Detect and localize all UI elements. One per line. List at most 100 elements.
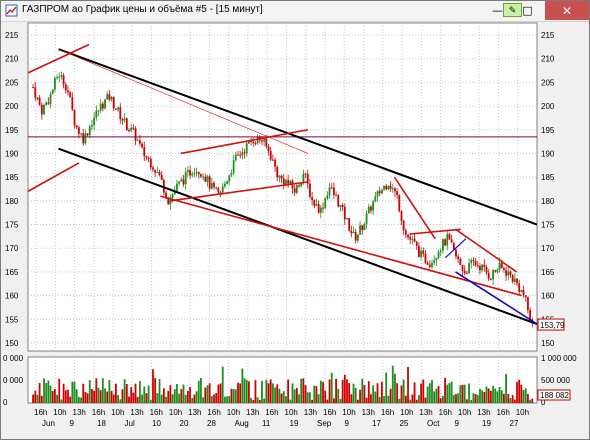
time-tick-label: 13h: [362, 408, 375, 417]
candle-body: [64, 84, 67, 91]
volume-bar: [43, 378, 45, 403]
candle-body: [385, 185, 388, 190]
chart-area[interactable]: 215 215210 210205 205200 200195 195190 190185 1…: [1, 21, 589, 439]
candle-body: [415, 241, 418, 246]
volume-bar: [285, 396, 287, 403]
volume-bar: [219, 383, 222, 403]
volume-bar: [457, 393, 460, 403]
candle-body: [224, 183, 226, 187]
volume-bar: [47, 380, 50, 403]
volume-bar: [335, 378, 337, 403]
candle-body: [476, 265, 479, 267]
candle-body: [269, 150, 272, 160]
volume-bar: [439, 398, 442, 403]
volume-bar: [516, 382, 518, 403]
volume-bar: [230, 388, 233, 403]
candle-body: [356, 234, 359, 241]
time-tick-label: 10h: [285, 408, 298, 417]
candle-body: [82, 133, 85, 144]
volume-bar: [36, 394, 39, 403]
candle-body: [75, 125, 78, 128]
price-tick-label-left: 175: [5, 221, 19, 230]
candle-body: [99, 103, 102, 111]
candle-body: [160, 174, 163, 181]
candle-body: [324, 198, 327, 209]
candle-body: [110, 97, 113, 100]
maximize-icon[interactable]: □: [514, 1, 541, 20]
candle-body: [380, 189, 383, 194]
price-tick-label-left: 150: [5, 339, 19, 348]
candle-body: [84, 133, 87, 144]
candle-body: [359, 225, 361, 235]
title-bar[interactable]: ГАЗПРОМ ао График цены и объёма #5 - [15…: [1, 1, 589, 22]
volume-bar: [394, 373, 396, 403]
volume-bar: [282, 391, 285, 403]
candle-body: [387, 186, 390, 190]
candle-body: [239, 154, 242, 156]
volume-bar: [82, 383, 85, 403]
volume-bar: [500, 390, 503, 403]
volume-bar: [459, 385, 462, 403]
close-icon[interactable]: ✕: [545, 1, 589, 20]
candle-body: [202, 176, 205, 178]
time-tick-label: 16h: [265, 408, 278, 417]
candle-body: [413, 238, 416, 242]
candle-body: [184, 171, 187, 185]
candle-body: [461, 264, 464, 271]
volume-bar: [341, 380, 344, 403]
volume-bar: [115, 383, 117, 403]
candle-body: [265, 138, 268, 147]
volume-bar: [213, 394, 215, 403]
candle-body: [289, 180, 292, 184]
candle-body: [152, 167, 154, 170]
candle-body: [60, 75, 63, 77]
volume-bar: [88, 380, 91, 403]
candle-body: [346, 218, 348, 220]
candle-body: [67, 90, 69, 93]
time-tick-label: 16h: [92, 408, 105, 417]
candle-body: [505, 269, 508, 276]
volume-bar: [431, 379, 433, 403]
volume-bar: [208, 383, 211, 403]
candle-body: [101, 103, 104, 109]
candle-body: [315, 204, 318, 206]
candle-body: [400, 211, 403, 221]
candle-body: [274, 159, 276, 167]
volume-bar: [128, 396, 130, 403]
volume-bar: [276, 384, 279, 403]
price-panel[interactable]: [27, 22, 538, 352]
candle-body: [348, 218, 351, 231]
candle-body: [95, 110, 98, 118]
time-tick-label: 13h: [188, 408, 201, 417]
volume-panel[interactable]: [27, 356, 538, 404]
minimize-icon[interactable]: —: [484, 1, 511, 20]
volume-bar: [333, 398, 335, 403]
candle-body: [139, 140, 141, 144]
volume-bar: [162, 388, 165, 403]
candle-body: [226, 181, 228, 184]
candle-body: [80, 133, 82, 135]
time-tick-label: 13h: [73, 408, 86, 417]
volume-bar: [186, 390, 189, 403]
volume-bar: [84, 392, 87, 403]
candle-body: [104, 99, 106, 109]
date-tick-label: 27: [510, 419, 519, 428]
candle-body: [363, 223, 366, 231]
current-volume-label: 188 082: [540, 391, 569, 400]
volume-bar: [250, 397, 252, 403]
volume-tick-label-right: 1 000 000: [541, 354, 577, 363]
volume-bar: [513, 399, 516, 403]
candle-body: [191, 173, 194, 176]
price-tick-label-right: 185: [541, 173, 555, 182]
candle-body: [485, 267, 488, 273]
time-tick-label: 16h: [381, 408, 394, 417]
volume-bar: [117, 395, 120, 403]
volume-bar: [402, 379, 405, 403]
volume-bar: [352, 383, 355, 403]
volume-bar: [263, 398, 266, 403]
candle-body: [38, 97, 41, 105]
candle-body: [93, 117, 96, 126]
volume-bar: [411, 394, 414, 403]
volume-bar: [149, 399, 152, 403]
candle-body: [335, 194, 337, 196]
